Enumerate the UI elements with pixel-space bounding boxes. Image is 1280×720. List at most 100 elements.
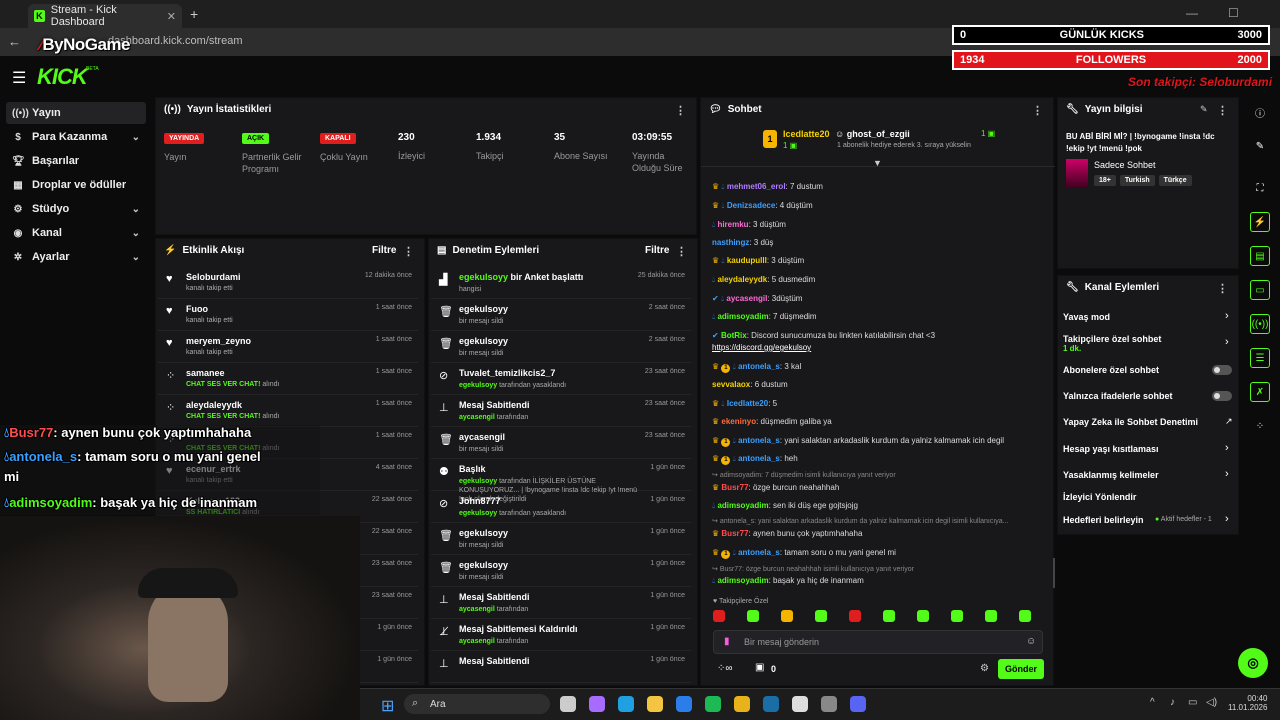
filter-button[interactable]: Filtre xyxy=(372,245,396,256)
sidebar-item-stream[interactable]: ((•)) Yayın xyxy=(6,102,146,124)
taskbar-search[interactable]: ⌕ Ara xyxy=(404,694,550,714)
github-icon[interactable] xyxy=(792,696,808,712)
gift-target-name[interactable]: ☺ ghost_of_ezgii xyxy=(835,129,910,139)
moderation-subject[interactable]: Mesaj Sabitlemesi Kaldırıldı xyxy=(459,624,578,634)
moderation-subject[interactable]: Mesaj Sabitlendi xyxy=(459,656,530,666)
moderation-subject[interactable]: egekulsoyy xyxy=(459,560,508,570)
steam-icon[interactable] xyxy=(763,696,779,712)
slow-mode-row[interactable]: Yavaş mod xyxy=(1063,312,1110,322)
new-tab-icon[interactable]: + xyxy=(190,6,198,22)
taskbar-clock[interactable]: 00:40 11.01.2026 xyxy=(1228,694,1267,712)
spotify-icon[interactable] xyxy=(705,696,721,712)
moderation-subject[interactable]: Mesaj Sabitlendi xyxy=(459,400,530,410)
moderation-title[interactable]: Mesaj Sabitlendi xyxy=(459,400,530,410)
folder-icon[interactable] xyxy=(647,696,663,712)
emote-icon[interactable] xyxy=(781,610,793,622)
emote-icon[interactable] xyxy=(951,610,963,622)
chat-input[interactable]: ▮ Bir mesaj gönderin ☺ xyxy=(713,630,1043,654)
info-icon[interactable]: ⓘ xyxy=(1250,102,1270,122)
activity-user[interactable]: Fuoo xyxy=(186,304,208,314)
chat-username[interactable]: mehmet06_erol xyxy=(727,182,786,191)
chat-username[interactable]: aycasengil xyxy=(726,294,767,303)
chevron-right-icon[interactable]: › xyxy=(1225,336,1229,348)
moderation-subject[interactable]: Başlık xyxy=(459,464,486,474)
moderator-name[interactable]: egekulsoyy xyxy=(459,510,497,517)
chat-username[interactable]: Denizsadece xyxy=(727,201,775,210)
moderation-title[interactable]: egekulsoyy xyxy=(459,528,508,538)
moderator-name[interactable]: aycasengil xyxy=(459,638,495,645)
more-options-icon[interactable]: ⋮ xyxy=(1217,104,1228,117)
top-gifter-name[interactable]: Icedlatte20 xyxy=(783,129,830,139)
emote-icon[interactable] xyxy=(815,610,827,622)
goals-row[interactable]: Hedefleri belirleyin xyxy=(1063,515,1144,525)
emote-icon[interactable] xyxy=(713,610,725,622)
activity-user[interactable]: aleydaleyydk xyxy=(186,400,242,410)
moderation-title[interactable]: egekulsoyy bir Anket başlattı xyxy=(459,272,583,282)
emote-icon[interactable] xyxy=(747,610,759,622)
chat-username[interactable]: antonela_s xyxy=(738,548,780,557)
discord-icon[interactable] xyxy=(850,696,866,712)
store-icon[interactable]: ▣ xyxy=(755,662,764,673)
sidebar-item-channel[interactable]: ◉ Kanal ⌄ xyxy=(6,222,146,244)
sidebar-item-monetization[interactable]: $ Para Kazanma ⌄ xyxy=(6,126,146,148)
more-options-icon[interactable]: ⋮ xyxy=(403,245,414,258)
chat-username[interactable]: antonela_s xyxy=(738,362,780,371)
moderation-title[interactable]: John8777 xyxy=(459,496,501,506)
moderator-name[interactable]: egekulsoyy xyxy=(459,272,508,282)
chat-username[interactable]: adimsoyadim xyxy=(717,312,768,321)
moderation-title[interactable]: Mesaj Sabitlendi xyxy=(459,592,530,602)
category-name[interactable]: Sadece Sohbet xyxy=(1094,160,1156,170)
bolt-icon[interactable]: ⚡ xyxy=(1250,212,1270,232)
kick-logo[interactable]: KICK xyxy=(37,64,88,90)
pencil-icon[interactable]: ✎ xyxy=(1250,136,1270,156)
minimize-icon[interactable]: — xyxy=(1186,6,1198,20)
moderator-name[interactable]: egekulsoyy xyxy=(459,478,497,485)
chat-username[interactable]: antonela_s xyxy=(738,436,780,445)
help-chat-icon[interactable]: ◎ xyxy=(1238,648,1268,678)
wrench-icon[interactable]: ✗ xyxy=(1250,382,1270,402)
chat-username[interactable]: Icedlatte20 xyxy=(727,399,768,408)
edit-icon[interactable]: ✎ xyxy=(1200,104,1208,115)
chat-scrollbar[interactable] xyxy=(1053,558,1055,588)
tag[interactable]: Türkçe xyxy=(1158,175,1192,186)
moderation-title[interactable]: egekulsoyy xyxy=(459,304,508,314)
chat-username[interactable]: BotRix xyxy=(721,331,747,340)
menu-icon[interactable]: ☰ xyxy=(12,68,26,88)
chat-username[interactable]: antonela_s xyxy=(738,454,780,463)
filter-button[interactable]: Filtre xyxy=(645,245,669,256)
file-explorer-icon[interactable] xyxy=(560,696,576,712)
emote-icon[interactable] xyxy=(985,610,997,622)
points-icon[interactable]: ⁘∞ xyxy=(717,663,733,674)
windows-start-icon[interactable]: ⊞ xyxy=(381,696,394,716)
chat-username[interactable]: adimsoyadim xyxy=(717,501,768,510)
moderation-subject[interactable]: Tuvalet_temizlikcis2_7 xyxy=(459,368,555,378)
more-options-icon[interactable]: ⋮ xyxy=(1217,282,1228,295)
send-button[interactable]: Gönder xyxy=(998,659,1044,679)
tray-chevron-icon[interactable]: ^ xyxy=(1150,697,1155,708)
chat-username[interactable]: adimsoyadim xyxy=(717,576,768,585)
volume-icon[interactable]: ◁) xyxy=(1206,697,1217,708)
chat-username[interactable]: hiremku xyxy=(717,220,748,229)
activity-user[interactable]: meryem_zeyno xyxy=(186,336,251,346)
moderator-name[interactable]: aycasengil xyxy=(459,414,495,421)
chat-username[interactable]: kaudupulll xyxy=(727,256,767,265)
moderation-title[interactable]: Başlık xyxy=(459,464,486,474)
activity-user[interactable]: Seloburdami xyxy=(186,272,241,282)
emote-icon[interactable] xyxy=(883,610,895,622)
moderation-title[interactable]: egekulsoyy xyxy=(459,560,508,570)
chevron-right-icon[interactable]: › xyxy=(1225,513,1229,525)
chat-icon[interactable]: ▭ xyxy=(1250,280,1270,300)
list-icon[interactable]: ☰ xyxy=(1250,348,1270,368)
chat-username[interactable]: aleydaleyydk xyxy=(717,275,767,284)
account-age-row[interactable]: Hesap yaşı kısıtlaması xyxy=(1063,444,1159,454)
chat-settings-icon[interactable]: ⚙ xyxy=(980,663,989,674)
emote-icon[interactable] xyxy=(917,610,929,622)
moderation-subject[interactable]: egekulsoyy xyxy=(459,528,508,538)
ai-moderation-row[interactable]: Yapay Zeka ile Sohbet Denetimi xyxy=(1063,417,1198,427)
layout-icon[interactable]: ⛶ xyxy=(1250,178,1270,198)
more-options-icon[interactable]: ⋮ xyxy=(676,245,687,258)
moderator-name[interactable]: aycasengil xyxy=(459,606,495,613)
viewer-redirect-row[interactable]: İzleyici Yönlendir xyxy=(1063,492,1136,502)
emote-icon[interactable] xyxy=(849,610,861,622)
edge-icon[interactable] xyxy=(618,696,634,712)
